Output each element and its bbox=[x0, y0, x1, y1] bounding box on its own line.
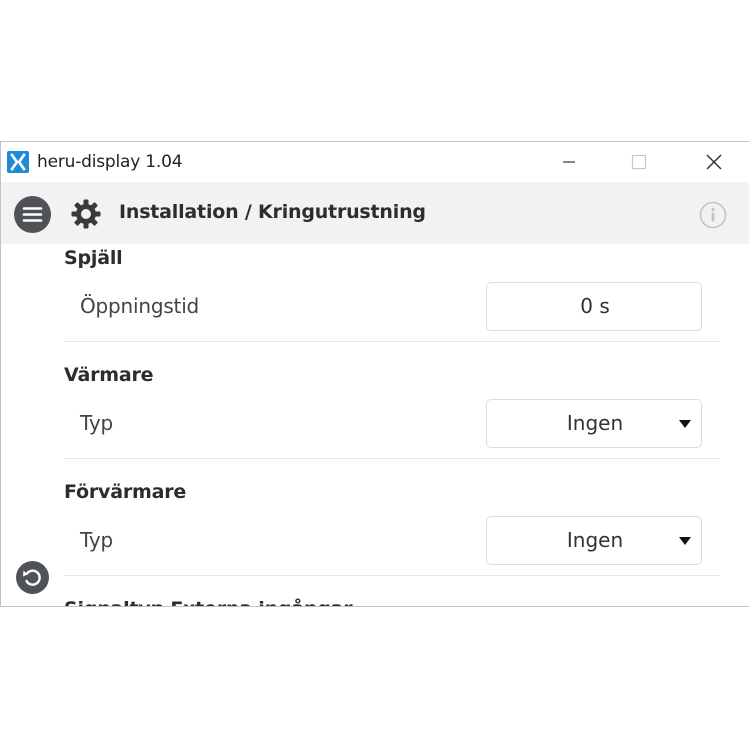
close-icon bbox=[706, 154, 722, 170]
section-title-forvarmare: Förvärmare bbox=[64, 481, 187, 503]
info-icon[interactable] bbox=[698, 200, 728, 230]
menu-button[interactable] bbox=[14, 196, 51, 233]
minimize-icon bbox=[563, 161, 575, 163]
close-button[interactable] bbox=[679, 142, 749, 182]
app-header: Installation / Kringutrustning bbox=[1, 182, 749, 244]
dropdown-arrow-icon bbox=[679, 537, 691, 545]
dropdown-value: Ingen bbox=[566, 411, 624, 435]
divider bbox=[64, 575, 719, 576]
row-label-typ: Typ bbox=[80, 528, 114, 552]
divider bbox=[64, 341, 719, 342]
varmare-typ-dropdown[interactable]: Ingen bbox=[486, 399, 702, 448]
back-arrow-icon bbox=[23, 569, 41, 586]
back-button[interactable] bbox=[16, 561, 49, 594]
settings-content[interactable]: Spjäll Öppningstid 0 s Värmare Typ Ingen… bbox=[1, 244, 749, 606]
app-window: heru-display 1.04 Installation / Kringut… bbox=[0, 141, 749, 607]
row-label-typ: Typ bbox=[80, 411, 114, 435]
oppningstid-input[interactable]: 0 s bbox=[486, 282, 702, 331]
heru-logo-icon bbox=[7, 151, 29, 173]
field-value: 0 s bbox=[580, 294, 610, 318]
maximize-icon bbox=[631, 154, 647, 170]
dropdown-value: Ingen bbox=[566, 528, 624, 552]
page-title: Installation / Kringutrustning bbox=[119, 201, 426, 223]
dropdown-arrow-icon bbox=[679, 420, 691, 428]
row-label-oppningstid: Öppningstid bbox=[80, 294, 200, 318]
section-title-varmare: Värmare bbox=[64, 364, 154, 386]
minimize-button[interactable] bbox=[534, 142, 604, 182]
title-bar[interactable]: heru-display 1.04 bbox=[1, 142, 749, 182]
forvarmare-typ-dropdown[interactable]: Ingen bbox=[486, 516, 702, 565]
divider bbox=[64, 458, 719, 459]
window-title: heru-display 1.04 bbox=[37, 152, 183, 172]
section-title-spjall: Spjäll bbox=[64, 247, 123, 269]
gear-icon bbox=[71, 199, 101, 229]
hamburger-menu-icon bbox=[22, 207, 43, 222]
maximize-button[interactable] bbox=[604, 142, 674, 182]
section-title-signaltyp: Signaltyp Externa ingångar bbox=[64, 598, 353, 606]
